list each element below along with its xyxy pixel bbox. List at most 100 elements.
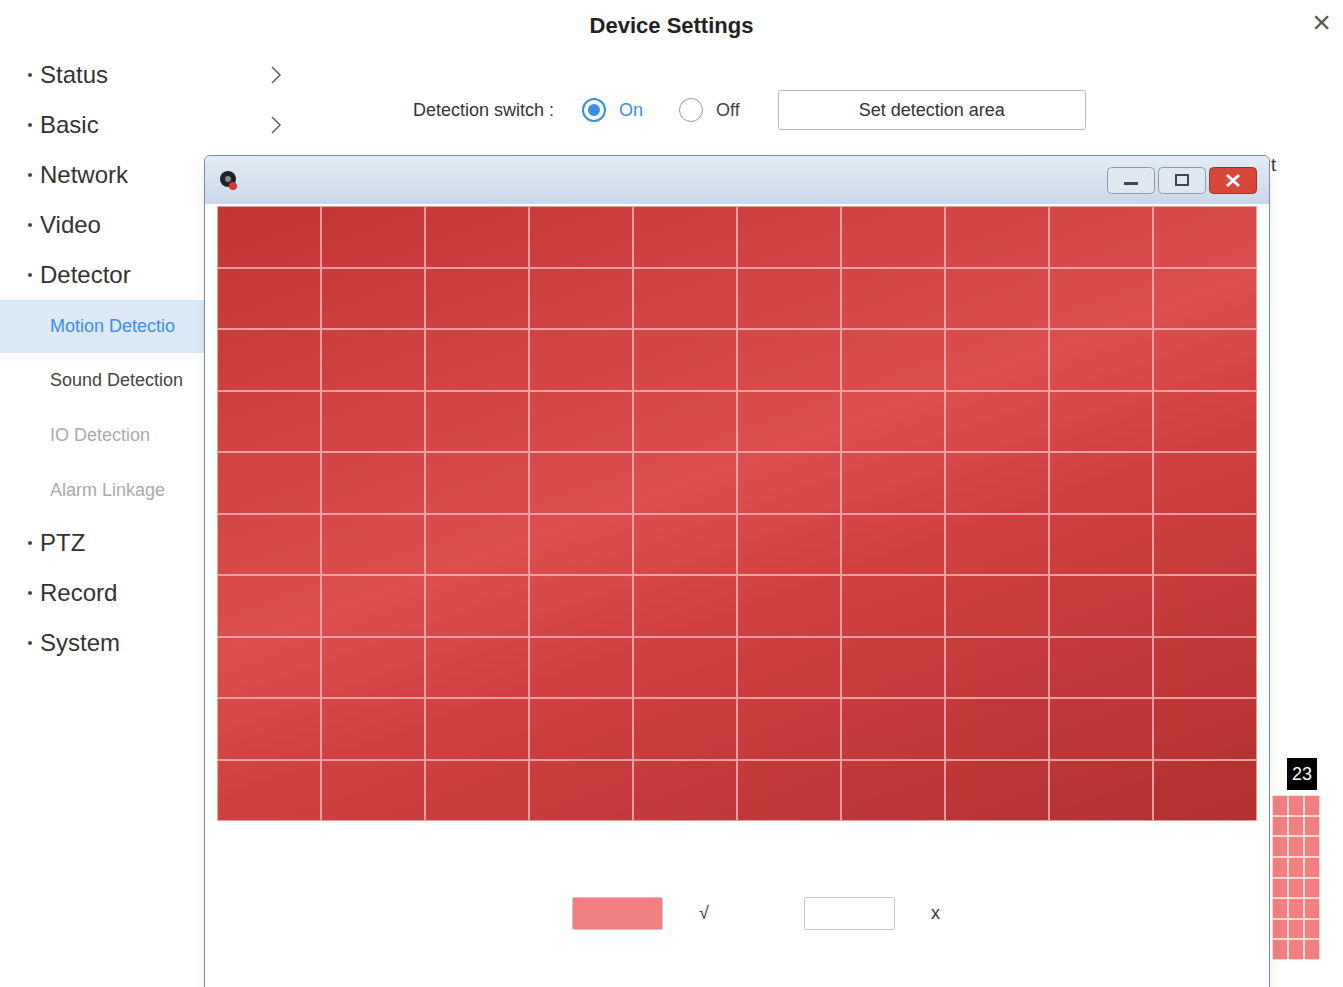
grid-cell[interactable] (529, 698, 633, 760)
grid-cell[interactable] (1049, 760, 1153, 822)
grid-cell[interactable] (1153, 391, 1257, 453)
close-button[interactable]: × (1308, 4, 1335, 40)
grid-cell[interactable] (945, 452, 1049, 514)
grid-cell[interactable] (1153, 268, 1257, 330)
grid-cell[interactable] (633, 268, 737, 330)
radio-option[interactable]: On (582, 97, 643, 124)
grid-cell[interactable] (633, 514, 737, 576)
grid-cell[interactable] (217, 268, 321, 330)
grid-cell[interactable] (841, 452, 945, 514)
grid-cell[interactable] (737, 391, 841, 453)
grid-cell[interactable] (841, 514, 945, 576)
detection-grid[interactable] (217, 206, 1257, 821)
grid-cell[interactable] (321, 760, 425, 822)
minimize-icon[interactable] (1107, 167, 1155, 194)
grid-cell[interactable] (1049, 637, 1153, 699)
grid-cell[interactable] (529, 329, 633, 391)
grid-cell[interactable] (945, 268, 1049, 330)
grid-cell[interactable] (425, 637, 529, 699)
maximize-icon[interactable] (1158, 167, 1206, 194)
grid-cell[interactable] (945, 391, 1049, 453)
grid-cell[interactable] (321, 206, 425, 268)
grid-cell[interactable] (841, 329, 945, 391)
grid-cell[interactable] (737, 760, 841, 822)
grid-cell[interactable] (633, 575, 737, 637)
grid-cell[interactable] (1153, 637, 1257, 699)
grid-cell[interactable] (737, 575, 841, 637)
grid-cell[interactable] (1049, 329, 1153, 391)
grid-cell[interactable] (529, 452, 633, 514)
grid-cell[interactable] (633, 206, 737, 268)
grid-cell[interactable] (945, 206, 1049, 268)
grid-cell[interactable] (841, 760, 945, 822)
grid-cell[interactable] (425, 698, 529, 760)
grid-cell[interactable] (841, 391, 945, 453)
grid-cell[interactable] (321, 452, 425, 514)
grid-cell[interactable] (1049, 206, 1153, 268)
grid-cell[interactable] (529, 391, 633, 453)
grid-cell[interactable] (217, 391, 321, 453)
grid-cell[interactable] (633, 329, 737, 391)
grid-cell[interactable] (737, 637, 841, 699)
grid-cell[interactable] (425, 329, 529, 391)
grid-cell[interactable] (425, 760, 529, 822)
grid-cell[interactable] (1049, 391, 1153, 453)
grid-cell[interactable] (737, 514, 841, 576)
grid-cell[interactable] (633, 452, 737, 514)
grid-cell[interactable] (1153, 575, 1257, 637)
grid-cell[interactable] (1153, 206, 1257, 268)
grid-cell[interactable] (425, 575, 529, 637)
grid-cell[interactable] (633, 391, 737, 453)
grid-cell[interactable] (737, 698, 841, 760)
grid-cell[interactable] (633, 698, 737, 760)
grid-cell[interactable] (217, 698, 321, 760)
grid-cell[interactable] (321, 514, 425, 576)
grid-cell[interactable] (217, 452, 321, 514)
grid-cell[interactable] (633, 637, 737, 699)
grid-cell[interactable] (217, 575, 321, 637)
grid-cell[interactable] (841, 698, 945, 760)
grid-cell[interactable] (425, 514, 529, 576)
grid-cell[interactable] (1049, 268, 1153, 330)
grid-cell[interactable] (1049, 698, 1153, 760)
sidebar-item[interactable]: Status (0, 50, 300, 100)
grid-cell[interactable] (1049, 575, 1153, 637)
grid-cell[interactable] (529, 760, 633, 822)
grid-cell[interactable] (217, 206, 321, 268)
close-icon[interactable] (1209, 167, 1257, 194)
grid-cell[interactable] (217, 514, 321, 576)
grid-cell[interactable] (841, 575, 945, 637)
grid-cell[interactable] (321, 268, 425, 330)
set-area-button[interactable]: Set detection area (778, 90, 1086, 130)
grid-cell[interactable] (1153, 698, 1257, 760)
grid-cell[interactable] (321, 637, 425, 699)
radio-option[interactable]: Off (679, 97, 740, 124)
grid-cell[interactable] (841, 637, 945, 699)
grid-cell[interactable] (945, 760, 1049, 822)
radio-button[interactable] (582, 98, 606, 122)
grid-cell[interactable] (529, 637, 633, 699)
grid-cell[interactable] (425, 391, 529, 453)
grid-cell[interactable] (217, 329, 321, 391)
grid-cell[interactable] (217, 637, 321, 699)
sidebar-item[interactable]: Basic (0, 100, 300, 150)
grid-cell[interactable] (1049, 452, 1153, 514)
grid-cell[interactable] (841, 206, 945, 268)
grid-cell[interactable] (945, 637, 1049, 699)
grid-cell[interactable] (529, 575, 633, 637)
grid-cell[interactable] (945, 575, 1049, 637)
grid-cell[interactable] (1153, 760, 1257, 822)
grid-cell[interactable] (321, 329, 425, 391)
grid-cell[interactable] (1153, 514, 1257, 576)
grid-cell[interactable] (529, 268, 633, 330)
grid-cell[interactable] (737, 268, 841, 330)
grid-cell[interactable] (321, 575, 425, 637)
grid-cell[interactable] (321, 391, 425, 453)
grid-cell[interactable] (841, 268, 945, 330)
grid-cell[interactable] (529, 514, 633, 576)
grid-cell[interactable] (945, 329, 1049, 391)
grid-cell[interactable] (1049, 514, 1153, 576)
grid-cell[interactable] (425, 452, 529, 514)
grid-cell[interactable] (321, 698, 425, 760)
radio-button[interactable] (679, 98, 703, 122)
